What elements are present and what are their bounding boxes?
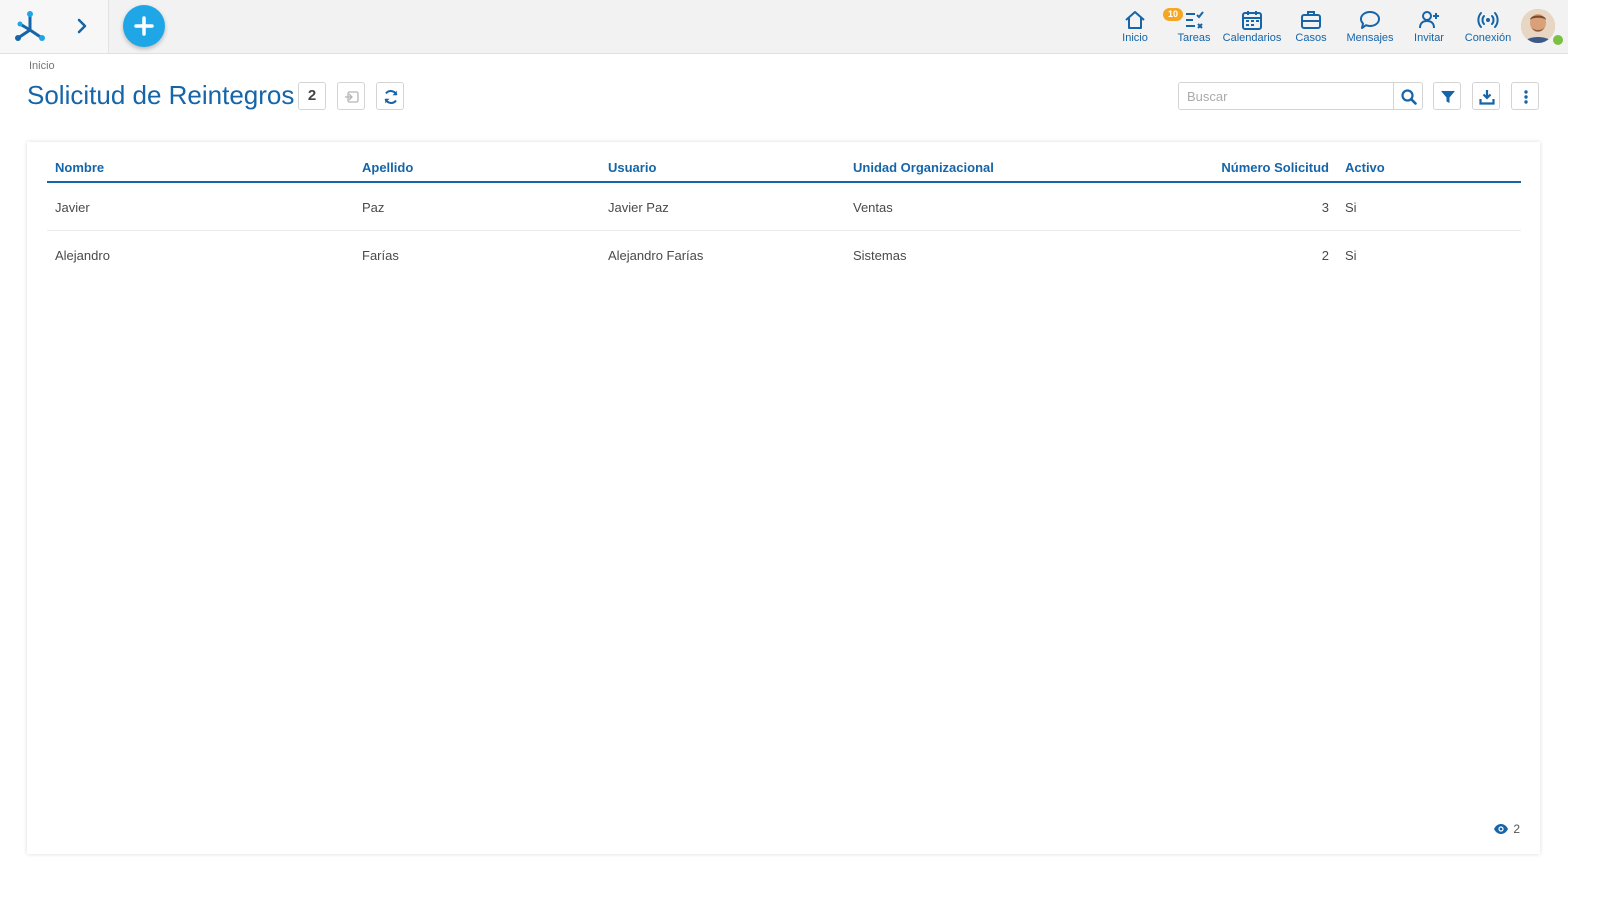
nav-label: Inicio xyxy=(1122,32,1148,44)
tasks-badge: 10 xyxy=(1163,8,1183,21)
search-input[interactable] xyxy=(1178,82,1393,110)
refresh-button[interactable] xyxy=(376,82,404,110)
column-header-numero-solicitud[interactable]: Número Solicitud xyxy=(1221,160,1329,175)
table-header: Nombre Apellido Usuario Unidad Organizac… xyxy=(47,152,1521,183)
filter-button[interactable] xyxy=(1433,82,1461,110)
nav-tareas[interactable]: 10 Tareas xyxy=(1163,8,1213,48)
chevron-right-icon[interactable] xyxy=(72,16,92,36)
download-icon xyxy=(1479,90,1495,105)
column-header-activo[interactable]: Activo xyxy=(1345,160,1385,175)
list-card: Nombre Apellido Usuario Unidad Organizac… xyxy=(27,142,1540,854)
nav-label: Tareas xyxy=(1177,32,1211,44)
nav-mensajes[interactable]: Mensajes xyxy=(1345,8,1395,48)
cell-unidad: Sistemas xyxy=(853,248,907,263)
search-box xyxy=(1178,82,1423,110)
online-status-indicator xyxy=(1551,33,1565,47)
visible-count-value: 2 xyxy=(1513,822,1520,836)
logo-icon[interactable] xyxy=(12,8,48,44)
nav-label: Conexión xyxy=(1464,32,1512,44)
download-button[interactable] xyxy=(1472,82,1500,110)
nav-inicio[interactable]: Inicio xyxy=(1117,8,1153,48)
search-button[interactable] xyxy=(1393,82,1423,110)
nav-label: Mensajes xyxy=(1346,32,1394,44)
column-header-nombre[interactable]: Nombre xyxy=(55,160,104,175)
cell-usuario: Alejandro Farías xyxy=(608,248,704,263)
breadcrumb[interactable]: Inicio xyxy=(29,60,55,72)
page-title: Solicitud de Reintegros xyxy=(27,80,295,110)
nav-casos[interactable]: Casos xyxy=(1293,8,1329,48)
briefcase-icon xyxy=(1301,11,1321,29)
chat-icon xyxy=(1360,11,1380,29)
calendar-icon xyxy=(1242,11,1262,30)
invite-user-icon xyxy=(1419,11,1439,29)
tasks-icon xyxy=(1186,11,1204,29)
nav-invitar[interactable]: Invitar xyxy=(1410,8,1448,48)
data-grid: Nombre Apellido Usuario Unidad Organizac… xyxy=(47,152,1521,278)
brand-area xyxy=(0,0,109,53)
nav-conexion[interactable]: Conexión xyxy=(1463,8,1513,48)
avatar[interactable] xyxy=(1521,9,1555,43)
table-row[interactable]: Alejandro Farías Alejandro Farías Sistem… xyxy=(47,231,1521,278)
eye-icon xyxy=(1494,824,1509,834)
more-options-button[interactable] xyxy=(1511,82,1539,110)
user-avatar-icon xyxy=(1521,9,1555,43)
cell-nombre: Alejandro xyxy=(55,248,110,263)
filter-icon xyxy=(1441,91,1455,103)
plus-icon xyxy=(134,16,154,36)
record-count-badge: 2 xyxy=(298,82,326,110)
cell-activo: Si xyxy=(1345,200,1357,215)
top-bar: Inicio 10 Tareas Calendarios Casos Mensa… xyxy=(0,0,1568,54)
cell-usuario: Javier Paz xyxy=(608,200,669,215)
cell-unidad: Ventas xyxy=(853,200,893,215)
home-icon xyxy=(1125,11,1145,29)
cell-nombre: Javier xyxy=(55,200,90,215)
export-button[interactable] xyxy=(337,82,365,110)
add-button[interactable] xyxy=(123,5,165,47)
search-icon xyxy=(1401,89,1417,105)
visible-records-counter: 2 xyxy=(1493,822,1520,836)
cell-numero-solicitud: 3 xyxy=(1321,200,1329,215)
column-header-usuario[interactable]: Usuario xyxy=(608,160,656,175)
column-header-apellido[interactable]: Apellido xyxy=(362,160,413,175)
table-row[interactable]: Javier Paz Javier Paz Ventas 3 Si xyxy=(47,183,1521,231)
nav-label: Casos xyxy=(1295,32,1327,44)
cell-numero-solicitud: 2 xyxy=(1321,248,1329,263)
refresh-icon xyxy=(384,90,398,104)
cell-activo: Si xyxy=(1345,248,1357,263)
export-disabled-icon xyxy=(345,91,359,103)
column-header-unidad[interactable]: Unidad Organizacional xyxy=(853,160,994,175)
more-vertical-icon xyxy=(1524,90,1528,104)
nav-calendarios[interactable]: Calendarios xyxy=(1222,8,1282,48)
cell-apellido: Farías xyxy=(362,248,399,263)
cell-apellido: Paz xyxy=(362,200,385,215)
nav-label: Calendarios xyxy=(1222,32,1282,44)
nav-label: Invitar xyxy=(1414,32,1444,44)
connection-icon xyxy=(1477,12,1499,28)
